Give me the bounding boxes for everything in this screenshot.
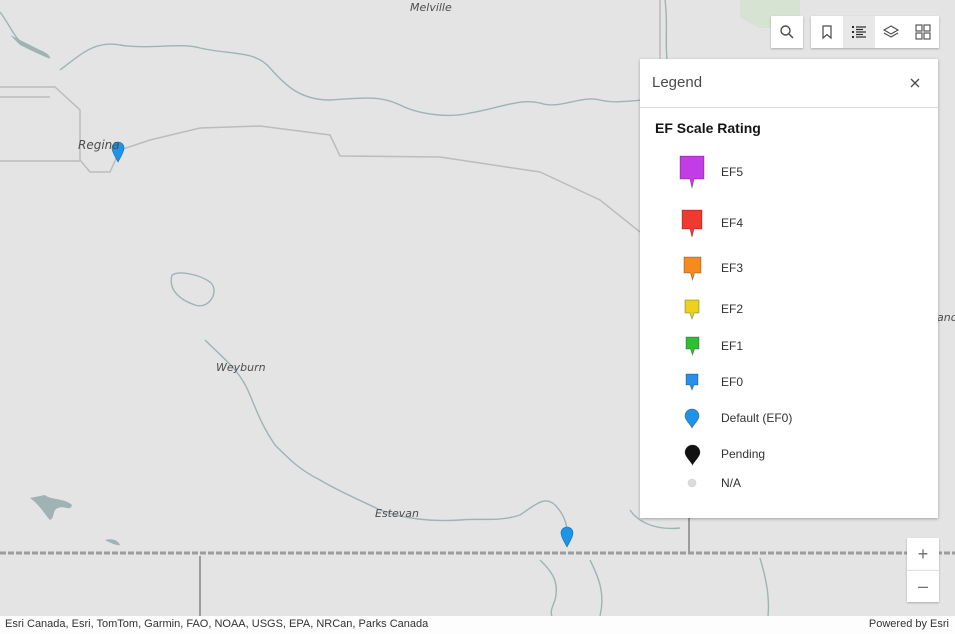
zoom-in-button[interactable]: + bbox=[907, 538, 939, 570]
basemap-gallery-icon bbox=[915, 24, 931, 40]
zoom-out-icon: – bbox=[917, 576, 928, 596]
legend-symbol-icon bbox=[670, 407, 714, 429]
legend-item-label: Pending bbox=[721, 447, 766, 461]
legend-item-label: N/A bbox=[721, 476, 742, 490]
legend-button[interactable] bbox=[843, 16, 875, 48]
legend-item: EF4 bbox=[670, 205, 743, 241]
attribution-sources[interactable]: Esri Canada, Esri, TomTom, Garmin, FAO, … bbox=[5, 618, 428, 630]
legend-symbol-icon bbox=[670, 154, 714, 190]
legend-item-label: EF3 bbox=[721, 261, 744, 275]
legend-item: EF0 bbox=[670, 364, 743, 400]
basemap-gallery-button[interactable] bbox=[907, 16, 939, 48]
legend-symbol-icon bbox=[670, 208, 714, 239]
attribution-bar: Esri Canada, Esri, TomTom, Garmin, FAO, … bbox=[0, 616, 955, 634]
legend-symbol-icon bbox=[670, 443, 714, 466]
zoom-out-button[interactable]: – bbox=[907, 570, 939, 602]
place-label: and bbox=[937, 311, 955, 324]
place-label: Regina bbox=[78, 138, 120, 152]
legend-symbol-icon bbox=[670, 335, 714, 357]
legend-symbol-icon bbox=[670, 255, 714, 282]
close-icon bbox=[910, 78, 920, 88]
legend-item: EF2 bbox=[670, 291, 743, 327]
close-button[interactable] bbox=[906, 74, 924, 92]
legend-symbol-icon bbox=[670, 372, 714, 392]
legend-panel-header: Legend bbox=[640, 59, 938, 108]
legend-item: Default (EF0) bbox=[670, 400, 792, 436]
legend-symbol-icon bbox=[670, 478, 714, 488]
legend-panel: Legend EF Scale Rating EF5 EF4 EF3 EF2 E… bbox=[640, 59, 938, 518]
place-label: Weyburn bbox=[216, 361, 266, 374]
powered-by[interactable]: Powered by Esri bbox=[869, 618, 949, 630]
zoom-in-icon: + bbox=[917, 543, 929, 564]
legend-item-label: EF5 bbox=[721, 165, 744, 179]
legend-list-icon bbox=[852, 26, 866, 38]
legend-item: EF3 bbox=[670, 250, 743, 286]
legend-item-label: EF4 bbox=[721, 216, 744, 230]
bookmark-icon bbox=[822, 25, 832, 40]
search-icon bbox=[780, 25, 794, 39]
legend-item-label: EF0 bbox=[721, 375, 744, 389]
place-label: Melville bbox=[410, 1, 452, 14]
layers-button[interactable] bbox=[875, 16, 907, 48]
legend-symbol-icon bbox=[670, 298, 714, 321]
legend-item-label: EF1 bbox=[721, 339, 744, 353]
legend-item: EF1 bbox=[670, 328, 743, 364]
legend-item-label: EF2 bbox=[721, 302, 744, 316]
legend-item-label: Default (EF0) bbox=[721, 411, 793, 425]
place-label: Estevan bbox=[375, 507, 419, 520]
layers-icon bbox=[882, 25, 900, 38]
widget-toolbar bbox=[811, 16, 939, 48]
bookmarks-button[interactable] bbox=[811, 16, 843, 48]
search-button[interactable] bbox=[771, 16, 803, 48]
legend-panel-title: Legend bbox=[652, 74, 703, 91]
legend-item: EF5 bbox=[670, 154, 743, 190]
legend-layer-title: EF Scale Rating bbox=[655, 120, 761, 136]
legend-item: N/A bbox=[670, 465, 741, 501]
